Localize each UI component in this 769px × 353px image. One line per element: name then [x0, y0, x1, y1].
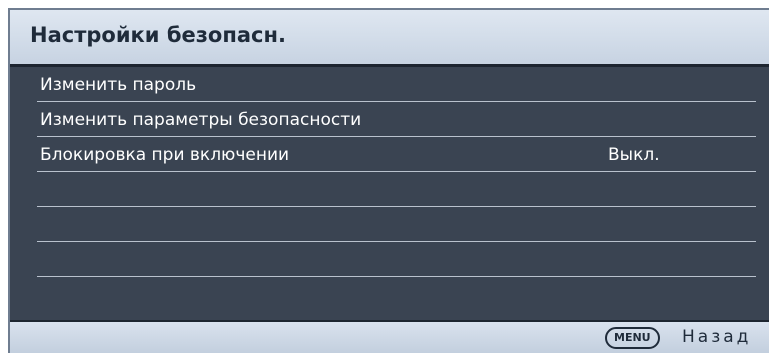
menu-item-label: Изменить пароль	[40, 75, 197, 95]
menu-item-change-password[interactable]: Изменить пароль	[37, 67, 756, 102]
menu-key-icon[interactable]: MENU	[605, 327, 660, 349]
empty-menu-row	[37, 172, 756, 207]
page-title: Настройки безопасн.	[30, 23, 286, 47]
empty-menu-row	[37, 242, 756, 277]
menu-item-power-on-lock[interactable]: Блокировка при включении Выкл.	[37, 137, 756, 172]
back-label[interactable]: Назад	[682, 327, 751, 347]
empty-menu-row	[37, 207, 756, 242]
panel-header: Настройки безопасн.	[10, 10, 769, 67]
menu-item-change-security-settings[interactable]: Изменить параметры безопасности	[37, 102, 756, 137]
menu-item-label: Блокировка при включении	[40, 145, 290, 165]
power-on-lock-value: Выкл.	[608, 145, 660, 165]
panel-footer: MENU Назад	[10, 320, 769, 353]
security-settings-panel: Настройки безопасн. Изменить пароль Изме…	[8, 8, 769, 353]
menu-item-label: Изменить параметры безопасности	[40, 110, 362, 130]
